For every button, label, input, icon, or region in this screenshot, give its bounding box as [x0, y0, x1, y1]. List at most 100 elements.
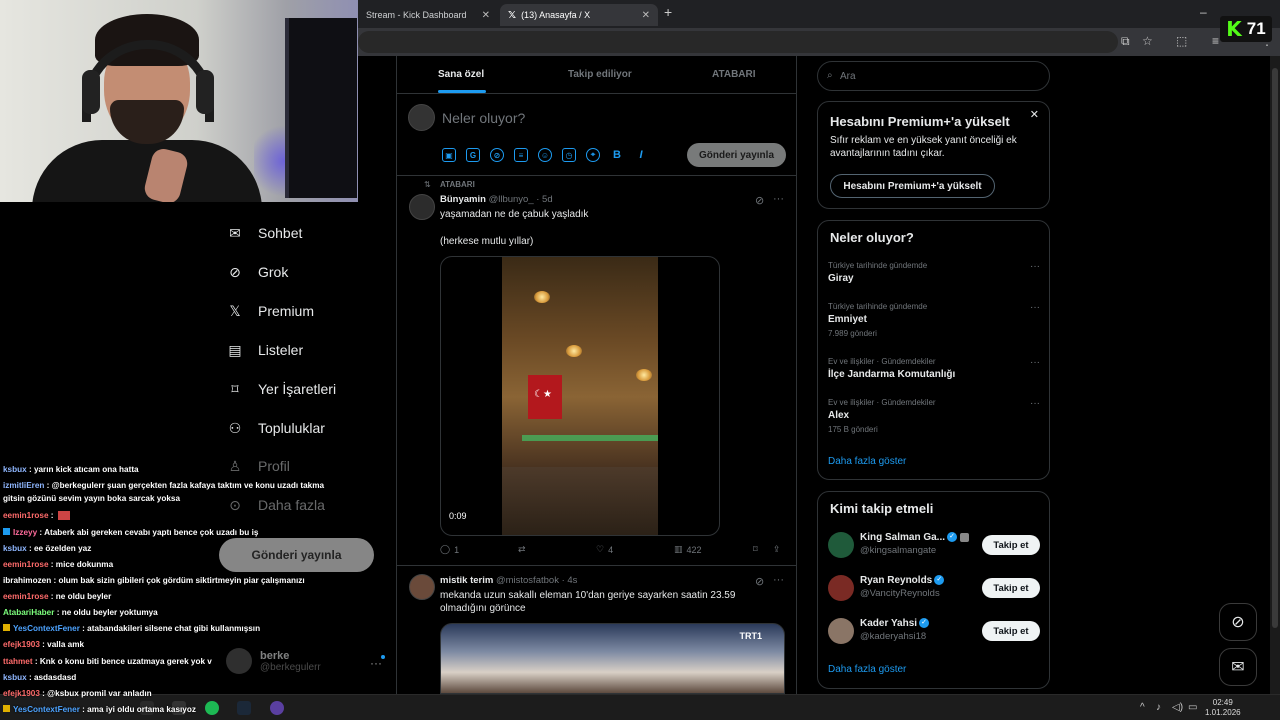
follow-suggestion[interactable]: Ryan Reynolds ✓ @VancityReynolds Takip et	[828, 573, 1040, 603]
nav-item-sohbet[interactable]: ✉ Sohbet	[226, 224, 302, 242]
grok-icon[interactable]: ⊘	[755, 194, 764, 207]
emoji-icon[interactable]: ☺	[538, 148, 552, 162]
nav-item-listeler[interactable]: ▤ Listeler	[226, 341, 303, 359]
schedule-icon[interactable]: ◷	[562, 148, 576, 162]
minimize-icon[interactable]: –	[1200, 5, 1207, 19]
search-input[interactable]: Ara	[840, 71, 856, 82]
microphone-icon[interactable]: ♪	[1156, 702, 1161, 713]
close-icon[interactable]: ✕	[1030, 108, 1039, 121]
extensions-icon[interactable]: ⬚	[1176, 34, 1187, 48]
tab-atabari[interactable]: ATABARI	[712, 69, 756, 80]
tweet-author[interactable]: Bünyamin	[440, 194, 486, 205]
more-dots-icon[interactable]: ···	[1030, 302, 1040, 313]
more-dots-icon[interactable]: ···	[1030, 357, 1040, 368]
tab-for-you[interactable]: Sana özel	[438, 69, 484, 80]
media-icon[interactable]: ≡	[1212, 34, 1219, 48]
chat-message: ibrahimozen : olum bak sizin gibileri ço…	[3, 576, 305, 586]
chat-user: eemin1rose	[3, 592, 49, 601]
tweet-image[interactable]: TRT1	[440, 623, 785, 694]
close-tab-icon[interactable]: ✕	[482, 10, 490, 21]
nav-item-grok[interactable]: ⊘ Grok	[226, 263, 288, 281]
image-icon[interactable]: ▣	[442, 148, 456, 162]
premium-card: Hesabını Premium+'a yükselt ✕ Sıfır rekl…	[817, 101, 1050, 209]
more-dots-icon[interactable]: ···	[1030, 398, 1040, 409]
chat-text: : valla amk	[39, 640, 85, 649]
trend-item[interactable]: Türkiye tarihinde gündemde Giray ···	[828, 261, 1040, 284]
tweet-handle[interactable]: @mistosfatbok · 4s	[496, 575, 577, 586]
grok-icon[interactable]: ⊘	[755, 575, 764, 588]
column-border	[796, 56, 797, 694]
follow-button[interactable]: Takip et	[982, 535, 1040, 555]
gif-icon[interactable]: G	[466, 148, 480, 162]
volume-icon[interactable]: ◁)	[1172, 702, 1183, 713]
page-scrollbar[interactable]	[1270, 56, 1280, 694]
chat-message: izmitliEren : @berkegulerr şuan gerçekte…	[3, 481, 324, 491]
repost-action[interactable]: ⇄	[518, 544, 526, 555]
affiliate-badge-icon	[960, 532, 970, 542]
more-dots-icon[interactable]: ···	[773, 574, 784, 586]
reply-action[interactable]: ◯ 1	[440, 544, 459, 555]
follow-show-more-link[interactable]: Daha fazla göster	[828, 664, 906, 675]
trend-item[interactable]: Ev ve ilişkiler · Gündemdekiler Alex 175…	[828, 398, 1040, 434]
grok-fab[interactable]: ⊘	[1219, 603, 1257, 641]
trend-item[interactable]: Türkiye tarihinde gündemde Emniyet 7.989…	[828, 302, 1040, 338]
more-dots-icon[interactable]: ···	[1030, 261, 1040, 272]
messages-fab[interactable]: ✉	[1219, 648, 1257, 686]
network-icon[interactable]: ▭	[1188, 702, 1197, 713]
compose-input[interactable]: Neler oluyor?	[442, 110, 525, 126]
repost-icon: ⇄	[518, 544, 526, 554]
chat-text: : asdasdasd	[26, 673, 77, 682]
trend-name: İlçe Jandarma Komutanlığı	[828, 369, 956, 380]
scrollbar-thumb[interactable]	[1272, 68, 1278, 628]
trends-show-more-link[interactable]: Daha fazla göster	[828, 456, 906, 467]
trend-item[interactable]: Ev ve ilişkiler · Gündemdekiler İlçe Jan…	[828, 357, 1040, 380]
location-icon[interactable]: ⌖	[586, 148, 600, 162]
bookmark-action[interactable]: ⌑	[753, 544, 758, 555]
follow-button[interactable]: Takip et	[982, 621, 1040, 641]
bold-icon[interactable]: B	[610, 148, 624, 162]
avatar[interactable]	[409, 574, 435, 600]
chat-message: AtabariHaber : ne oldu beyler yoktumya	[3, 608, 158, 618]
verified-icon: ✓	[919, 618, 930, 629]
grok-icon[interactable]: ⊘	[490, 148, 504, 162]
tweet-handle[interactable]: @llbunyo_ · 5d	[489, 194, 553, 205]
views-action[interactable]: ▥ 422	[674, 544, 702, 555]
nav-item-premium[interactable]: 𝕏 Premium	[226, 302, 314, 320]
poll-icon[interactable]: ≡	[514, 148, 528, 162]
tab-x-home[interactable]: 𝕏 (13) Anasayfa / X ✕	[500, 4, 658, 26]
like-action[interactable]: ♡ 4	[596, 544, 613, 555]
share-action[interactable]: ⇪	[773, 544, 781, 555]
divider	[397, 565, 796, 566]
avatar[interactable]	[409, 194, 435, 220]
new-tab-icon[interactable]: +	[664, 4, 672, 20]
tweet-author[interactable]: mistik terim	[440, 575, 493, 586]
more-dots-icon[interactable]: ···	[773, 193, 784, 205]
tab-following[interactable]: Takip ediliyor	[568, 69, 632, 80]
star-icon[interactable]: ☆	[1142, 34, 1153, 48]
tweet-video[interactable]: 0:09	[440, 256, 720, 536]
more-dots-icon[interactable]: ···	[370, 656, 382, 670]
nav-item-bookmarks[interactable]: ⌑ Yer İşaretleri	[226, 380, 336, 398]
avatar	[828, 532, 854, 558]
timeline-tabs: Sana özel Takip ediliyor ATABARI	[397, 56, 796, 94]
tray-chevron-icon[interactable]: ^	[1140, 702, 1145, 713]
follow-button[interactable]: Takip et	[982, 578, 1040, 598]
trend-context: Türkiye tarihinde gündemde	[828, 261, 928, 270]
avatar[interactable]	[408, 104, 435, 131]
follow-suggestion[interactable]: King Salman Ga... ✓ @kingsalmangate Takip…	[828, 530, 1040, 560]
follow-suggestion[interactable]: Kader Yahsi ✓ @kaderyahsi18 Takip et	[828, 616, 1040, 646]
system-clock[interactable]: 02:49 1.01.2026	[1205, 698, 1241, 718]
search-box[interactable]: ⌕ Ara	[817, 61, 1050, 91]
compose-post-button[interactable]: Gönderi yayınla	[687, 143, 786, 167]
chat-user: ksbux	[3, 544, 27, 553]
nav-item-communities[interactable]: ⚇ Topluluklar	[226, 419, 325, 437]
italic-icon[interactable]: I	[634, 148, 648, 162]
premium-upgrade-button[interactable]: Hesabını Premium+'a yükselt	[830, 174, 995, 198]
lamp-icon	[566, 345, 582, 357]
tab-kick-dashboard[interactable]: Stream - Kick Dashboard ✕	[358, 4, 498, 26]
chat-message: eemin1rose : ne oldu beyler	[3, 592, 111, 602]
cast-icon[interactable]: ⧉	[1121, 34, 1130, 49]
address-bar[interactable]	[358, 31, 1118, 53]
close-tab-icon[interactable]: ✕	[642, 10, 650, 21]
chat-user: ksbux	[3, 465, 27, 474]
